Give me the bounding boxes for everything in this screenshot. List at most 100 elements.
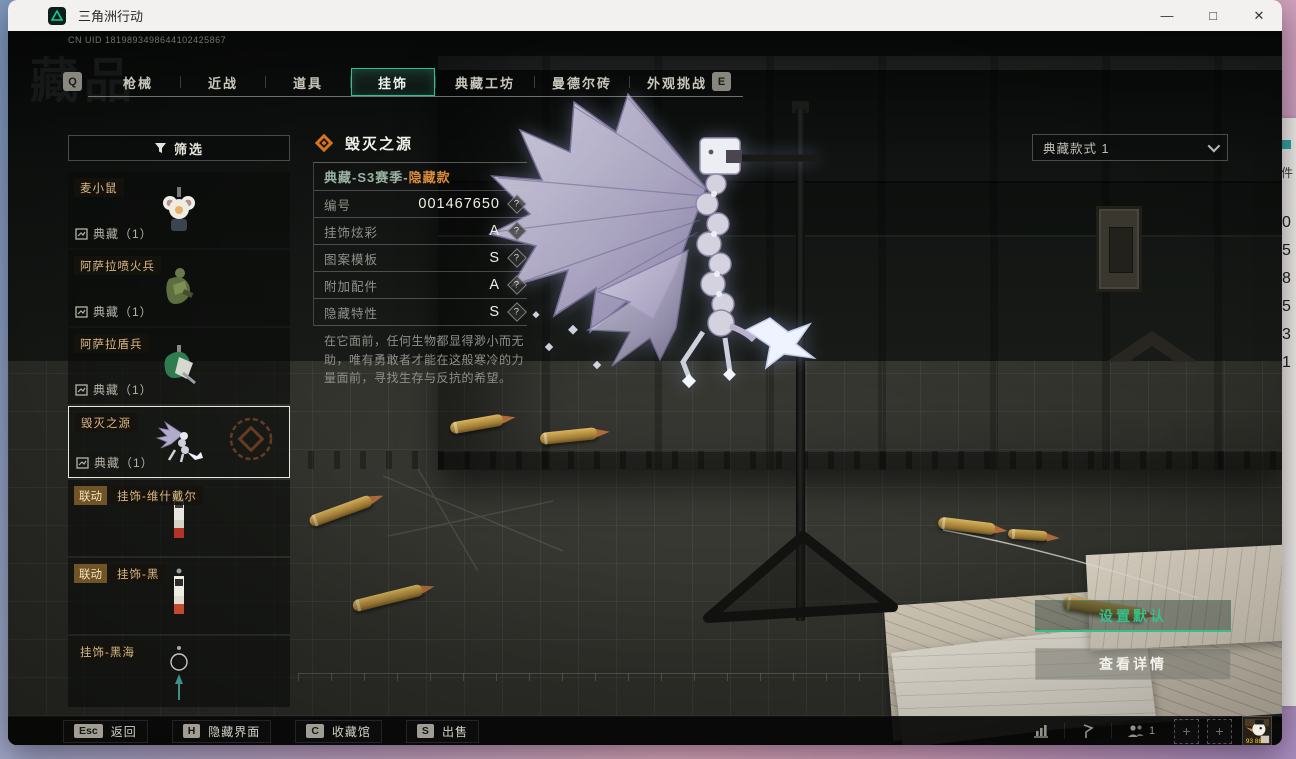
collection-icon [76,456,89,469]
help-icon[interactable]: ? [507,248,527,268]
collection-count: 典藏（1） [93,227,153,241]
charm-title: 毁灭之源 [345,135,414,153]
charm-name: 阿萨拉喷火兵 [74,256,161,275]
h-key-badge: H [182,724,201,738]
chevron-down-icon [1207,139,1221,153]
close-button[interactable]: ✕ [1236,0,1282,31]
s-key-badge: S [416,724,434,738]
tab-items[interactable]: 道具 [266,68,350,96]
charm-description: 在它面前，任何生物都显得渺小而无助，唯有勇敢者才能在这般寒冷的力量面前，寻找生存… [324,334,525,386]
tab-mandel-brick[interactable]: 曼德尔砖 [535,68,629,96]
category-tabs: 枪械 近战 道具 挂饰 典藏工坊 曼德尔砖 外观挑战 [96,68,724,96]
player-avatar[interactable]: 93 88 [1242,716,1272,745]
filter-label: 筛选 [173,141,204,157]
tab-collection-workshop[interactable]: 典藏工坊 [436,68,534,96]
background-window-number: 1 [1282,354,1291,371]
series-label: 典藏-S3赛季- [324,170,409,185]
charm-name: 挂饰-维什戴尔 [111,486,203,505]
charm-thumbnail [155,420,203,463]
shortcut-back[interactable]: Esc 返回 [63,719,148,743]
collection-icon [75,227,88,240]
collection-icon [75,383,88,396]
desk-ruler [298,673,958,681]
minimize-button[interactable]: — [1144,0,1190,31]
charm-name: 毁灭之源 [75,413,137,432]
prev-tab-key-hint: Q [63,72,82,91]
shortcut-collection-hall[interactable]: C 收藏馆 [295,719,382,743]
tab-melee[interactable]: 近战 [181,68,265,96]
background-window-number: 0 [1282,214,1291,231]
charm-thumbnail [166,268,194,304]
party-button[interactable]: 1 [1112,717,1170,745]
series-hidden-label: 隐藏款 [408,170,451,185]
invite-slot-button[interactable]: + [1207,718,1232,744]
c-key-badge: C [306,724,324,738]
list-item-maixiaoshu[interactable]: 麦小鼠 典藏（1） [68,172,290,248]
list-item-wisadel[interactable]: 联动 挂饰-维什戴尔 [68,480,290,556]
collab-badge: 联动 [74,486,107,505]
tab-appearance-challenge[interactable]: 外观挑战 [630,68,724,96]
charm-name: 挂饰-黑 [111,564,166,583]
tab-underline [88,96,743,97]
view-details-button[interactable]: 查看详情 [1035,648,1231,680]
next-tab-key-hint: E [712,72,731,91]
tab-firearms[interactable]: 枪械 [96,68,180,96]
invite-slot-button[interactable]: + [1174,718,1199,744]
background-window-number: 8 [1282,270,1291,287]
app-window: 三角洲行动 — □ ✕ CN UID 181989349864410242586… [8,0,1282,745]
background-window-icon [1282,140,1291,149]
filter-button[interactable]: 筛选 [68,135,290,161]
set-default-button[interactable]: 设置默认 [1035,600,1231,632]
style-dropdown[interactable]: 典藏款式 1 [1032,134,1228,161]
list-item-black[interactable]: 联动 挂饰-黑 [68,558,290,634]
list-item-source-of-destruction[interactable]: 毁灭之源 典藏（1） [68,406,290,478]
shortcut-hide-ui[interactable]: H 隐藏界面 [171,719,272,743]
help-icon[interactable]: ? [507,194,527,214]
charm-thumbnail [174,568,184,614]
collection-icon [75,305,88,318]
collection-count: 典藏（1） [94,456,154,470]
list-item-flamer[interactable]: 阿萨拉喷火兵 典藏（1） [68,250,290,326]
blueprint-paper [1085,543,1282,651]
list-item-shieldbearer[interactable]: 阿萨拉盾兵 典藏（1） [68,328,290,404]
stat-row-colorway: 挂饰炫彩 A ? [314,218,527,245]
charm-list: 麦小鼠 典藏（1） 阿萨拉喷火兵 典藏（1） 阿萨拉盾兵 典藏（1） 毁灭之源 … [68,172,290,707]
collection-diamond-icon [314,133,334,153]
stat-row-pattern: 图案模板 S ? [314,245,527,272]
game-content: CN UID 1819893498644102425867 藏品 Q 枪械 近战… [8,31,1282,745]
help-icon[interactable]: ? [507,221,527,241]
maximize-button[interactable]: □ [1190,0,1236,31]
stat-row-serial: 编号 001467650 ? [314,191,527,218]
app-logo-icon [48,6,66,25]
tab-charms[interactable]: 挂饰 [351,68,435,96]
collection-count: 典藏（1） [93,383,153,397]
charm-thumbnail [170,646,188,700]
party-icon [1127,725,1144,737]
charm-thumbnail [163,187,195,231]
list-item-blacksea[interactable]: 挂饰-黑海 [68,636,290,707]
crate-latch [1096,206,1142,292]
bar-chart-icon [1034,725,1048,738]
shortcut-sell[interactable]: S 出售 [405,719,479,743]
collection-count: 典藏（1） [93,305,153,319]
report-button[interactable] [1065,717,1111,745]
background-window-number: 3 [1282,326,1291,343]
background-window-number: 5 [1282,242,1291,259]
charm-thumbnail [164,345,196,385]
stats-button[interactable] [1018,717,1064,745]
filter-icon [154,143,166,153]
help-icon[interactable]: ? [507,275,527,295]
party-count: 1 [1148,725,1156,737]
bottom-bar: Esc 返回 H 隐藏界面 C 收藏馆 S 出售 1 + + 93 88 [8,716,1282,745]
collab-badge: 联动 [74,564,107,583]
title-bar: 三角洲行动 — □ ✕ [8,0,1282,31]
stat-row-hidden-trait: 隐藏特性 S ? [314,299,527,326]
background-window-number: 5 [1282,298,1291,315]
style-dropdown-value: 典藏款式 1 [1043,142,1110,156]
charm-name: 阿萨拉盾兵 [74,334,149,353]
series-row: 典藏-S3赛季- 隐藏款 [314,163,527,191]
help-icon[interactable]: ? [507,302,527,322]
stat-row-attachment: 附加配件 A ? [314,272,527,299]
esc-key-badge: Esc [74,724,103,738]
detail-stats: 典藏-S3赛季- 隐藏款 编号 001467650 ? 挂饰炫彩 A ? 图案模板… [313,163,527,326]
